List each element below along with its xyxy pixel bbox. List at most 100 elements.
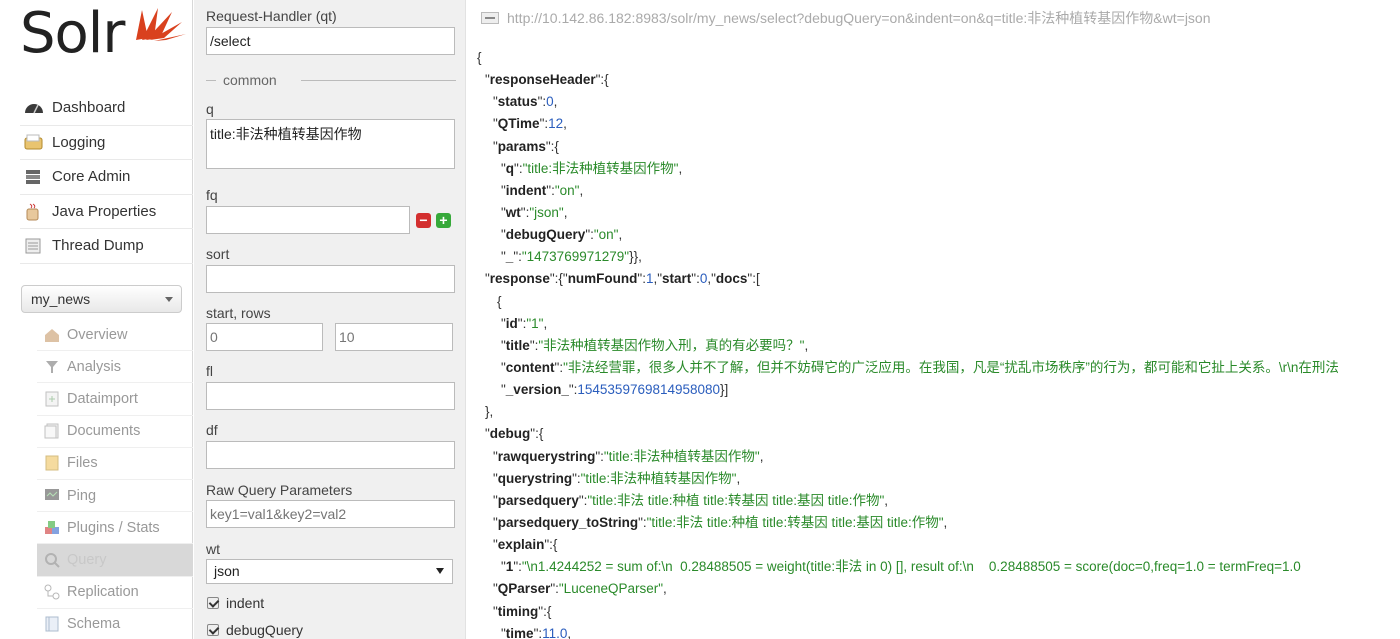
json-key: id [505, 315, 518, 331]
ping-icon [44, 488, 62, 504]
json-key: responseHeader [489, 72, 596, 88]
result-panel: http://10.142.86.182:8983/solr/my_news/s… [467, 0, 1400, 639]
java-icon [24, 203, 46, 221]
json-punct: ": [691, 271, 700, 287]
sidebar-item-logging[interactable]: Logging [20, 126, 193, 160]
json-punct: , [553, 94, 558, 110]
chevron-down-icon [165, 297, 173, 302]
q-textarea[interactable]: title:非法种植转基因作物 [206, 119, 455, 169]
json-punct: ": [595, 448, 604, 464]
add-fq-button[interactable]: + [436, 213, 451, 228]
json-punct: , [678, 160, 683, 176]
core-item-schema[interactable]: Schema [37, 609, 193, 639]
q-label: q [206, 101, 214, 117]
analysis-icon [44, 359, 62, 375]
json-line: "response":{"numFound":1,"start":0,"docs… [477, 268, 1397, 290]
start-rows-label: start, rows [206, 305, 271, 321]
json-key: QParser [497, 581, 551, 597]
fl-label: fl [206, 363, 213, 379]
json-string: "非法种植转基因作物入刑，真的有必要吗？" [538, 337, 805, 353]
wt-select[interactable]: json [206, 559, 453, 584]
json-punct: , [563, 204, 568, 220]
query-icon [44, 552, 62, 568]
core-item-label: Documents [67, 423, 141, 440]
qt-input[interactable] [206, 27, 455, 55]
json-punct: { [497, 293, 502, 309]
sidebar-item-java-properties[interactable]: Java Properties [20, 195, 193, 229]
sidebar-item-dashboard[interactable]: Dashboard [20, 91, 193, 126]
json-punct: , [563, 116, 567, 132]
json-line: "explain":{ [477, 534, 1397, 556]
json-punct: , [579, 182, 584, 198]
df-input[interactable] [206, 441, 455, 469]
dashboard-icon [24, 100, 46, 116]
json-punct: ": [638, 514, 647, 530]
sidebar-item-core-admin[interactable]: Core Admin [20, 160, 193, 195]
debug-query-label: debugQuery [226, 622, 304, 638]
core-item-label: Dataimport [67, 390, 138, 407]
core-item-label: Query [67, 551, 107, 568]
files-icon [44, 455, 62, 471]
documents-icon [44, 423, 62, 439]
start-input[interactable] [206, 323, 323, 351]
core-item-dataimport[interactable]: Dataimport [37, 383, 193, 416]
core-item-replication[interactable]: Replication [37, 577, 193, 609]
indent-option: indent [207, 595, 264, 611]
thread-dump-icon [24, 238, 46, 254]
raw-query-input[interactable] [206, 500, 455, 528]
json-string: "title:非法 title:种植 title:转基因 title:基因 ti… [646, 514, 944, 530]
fq-label: fq [206, 187, 218, 203]
json-punct: ": [546, 182, 555, 198]
rows-input[interactable] [335, 323, 453, 351]
core-item-ping[interactable]: Ping [37, 480, 193, 513]
debug-query-checkbox[interactable] [207, 624, 219, 636]
json-punct: }, [485, 404, 494, 420]
json-punct: ": [572, 470, 581, 486]
fq-input[interactable] [206, 206, 410, 234]
request-url[interactable]: http://10.142.86.182:8983/solr/my_news/s… [481, 5, 1393, 31]
dropdown-arrow-icon [436, 568, 444, 574]
fl-input[interactable] [206, 382, 455, 410]
json-number: 12 [548, 116, 564, 132]
qt-label: Request-Handler (qt) [206, 8, 337, 24]
sort-input[interactable] [206, 265, 455, 293]
indent-checkbox[interactable] [207, 597, 219, 609]
core-item-analysis[interactable]: Analysis [37, 351, 193, 384]
core-item-label: Files [67, 455, 98, 472]
core-selector[interactable]: my_news [21, 285, 182, 313]
json-punct: { [477, 50, 482, 65]
json-key: status [497, 94, 538, 110]
json-key: parsedquery_toString [497, 514, 639, 530]
json-key: time [505, 625, 534, 639]
json-number: 11.0 [542, 625, 568, 639]
json-key: timing [497, 603, 539, 619]
json-punct: , [884, 492, 889, 508]
json-string: "json" [529, 204, 564, 220]
solr-logo[interactable]: Solr [20, 2, 186, 66]
core-item-query[interactable]: Query [37, 544, 193, 577]
core-item-plugins-stats[interactable]: Plugins / Stats [37, 512, 193, 545]
json-key: response [489, 271, 550, 287]
json-number: 0 [546, 94, 554, 110]
json-string: "title:非法种植转基因作物" [580, 470, 737, 486]
indent-label: indent [226, 595, 265, 611]
core-item-documents[interactable]: Documents [37, 416, 193, 448]
json-line: "responseHeader":{ [477, 69, 1397, 91]
debug-query-option: debugQuery [207, 622, 303, 638]
json-line: "wt":"json", [477, 202, 1397, 224]
core-item-overview[interactable]: Overview [37, 319, 193, 352]
replication-icon [44, 584, 62, 600]
json-line: "_":"1473769971279"}}, [477, 246, 1397, 268]
sidebar-item-thread-dump[interactable]: Thread Dump [20, 229, 193, 264]
core-item-files[interactable]: Files [37, 448, 193, 480]
remove-fq-button[interactable]: − [416, 213, 431, 228]
solr-sunburst-icon [136, 8, 186, 41]
sidebar-item-label: Core Admin [52, 168, 131, 186]
json-key: debugQuery [505, 227, 586, 243]
core-selector-value: my_news [31, 291, 91, 307]
json-string: "on" [554, 182, 580, 198]
json-punct: ":{ [544, 537, 558, 553]
sidebar-item-label: Thread Dump [52, 237, 144, 255]
json-line: "rawquerystring":"title:非法种植转基因作物", [477, 446, 1397, 468]
json-response: {"responseHeader":{"status":0, "QTime":12… [477, 47, 1397, 639]
